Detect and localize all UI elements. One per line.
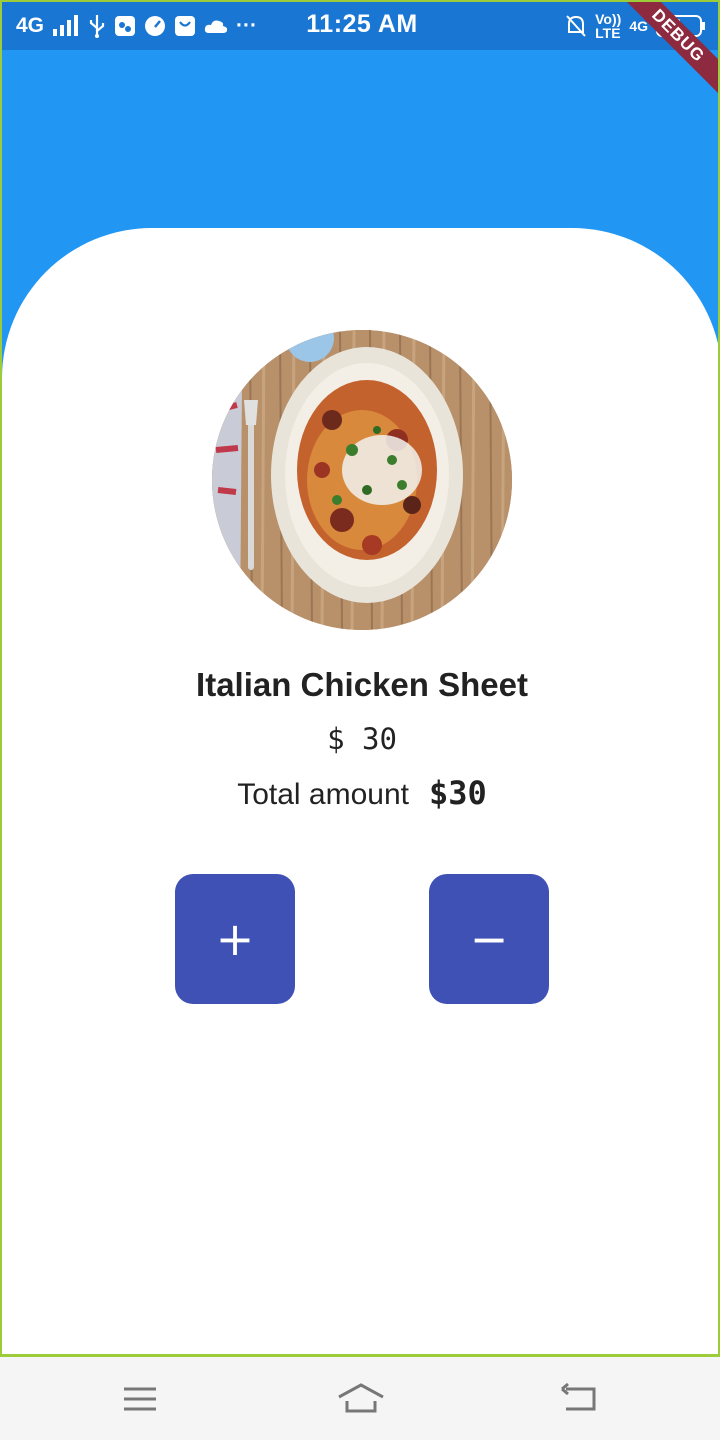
food-illustration	[212, 330, 512, 630]
decrement-button[interactable]: −	[429, 874, 549, 1004]
total-amount-row: Total amount $30	[2, 774, 718, 812]
increment-button[interactable]: +	[175, 874, 295, 1004]
system-nav-bar	[0, 1357, 720, 1440]
lte-label: LTE	[595, 25, 621, 41]
menu-icon[interactable]	[118, 1377, 162, 1421]
product-price: $ 30	[327, 722, 397, 756]
minus-icon: −	[469, 912, 509, 966]
app-frame: 4G ··· 11:25 AM Vo)) LTE 4G DEBUG Italia…	[0, 0, 720, 1357]
home-icon[interactable]	[336, 1377, 386, 1421]
volte-label: Vo))	[595, 11, 622, 27]
total-amount-label: Total amount	[237, 778, 409, 811]
status-bar: 4G ··· 11:25 AM Vo)) LTE 4G	[2, 2, 718, 50]
back-icon[interactable]	[558, 1377, 602, 1421]
product-name: Italian Chicken Sheet	[196, 666, 528, 703]
volte-indicator: Vo)) LTE	[595, 12, 621, 40]
plus-icon: +	[215, 912, 255, 966]
pasta-dish-image	[212, 330, 512, 630]
total-amount-value: $30	[428, 774, 487, 812]
mute-bell-icon	[566, 15, 586, 37]
